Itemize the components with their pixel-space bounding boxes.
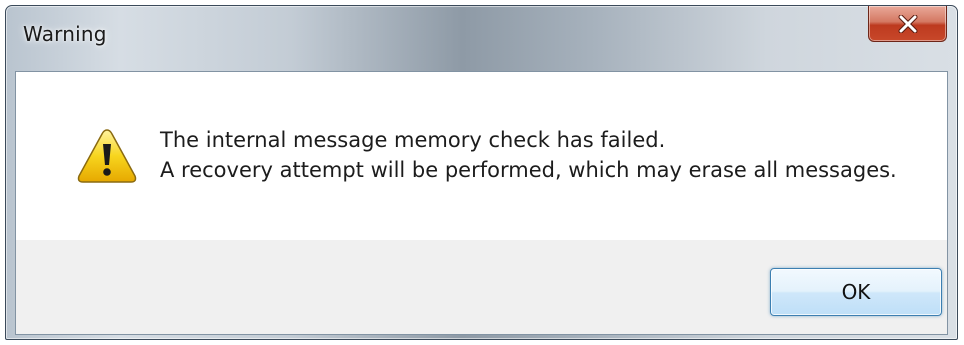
close-icon xyxy=(898,14,918,33)
warning-message: The internal message memory check has fa… xyxy=(160,125,897,185)
warning-dialog-window: Warning The internal message memory chec… xyxy=(5,5,958,340)
message-line-2: A recovery attempt will be performed, wh… xyxy=(160,158,897,182)
ok-button[interactable]: OK xyxy=(770,268,942,316)
window-title: Warning xyxy=(23,22,107,46)
warning-icon xyxy=(76,127,138,185)
dialog-client-area: The internal message memory check has fa… xyxy=(15,71,948,335)
close-button[interactable] xyxy=(868,6,947,42)
title-bar[interactable]: Warning xyxy=(6,6,957,62)
message-line-1: The internal message memory check has fa… xyxy=(160,128,666,152)
message-area: The internal message memory check has fa… xyxy=(16,72,947,240)
